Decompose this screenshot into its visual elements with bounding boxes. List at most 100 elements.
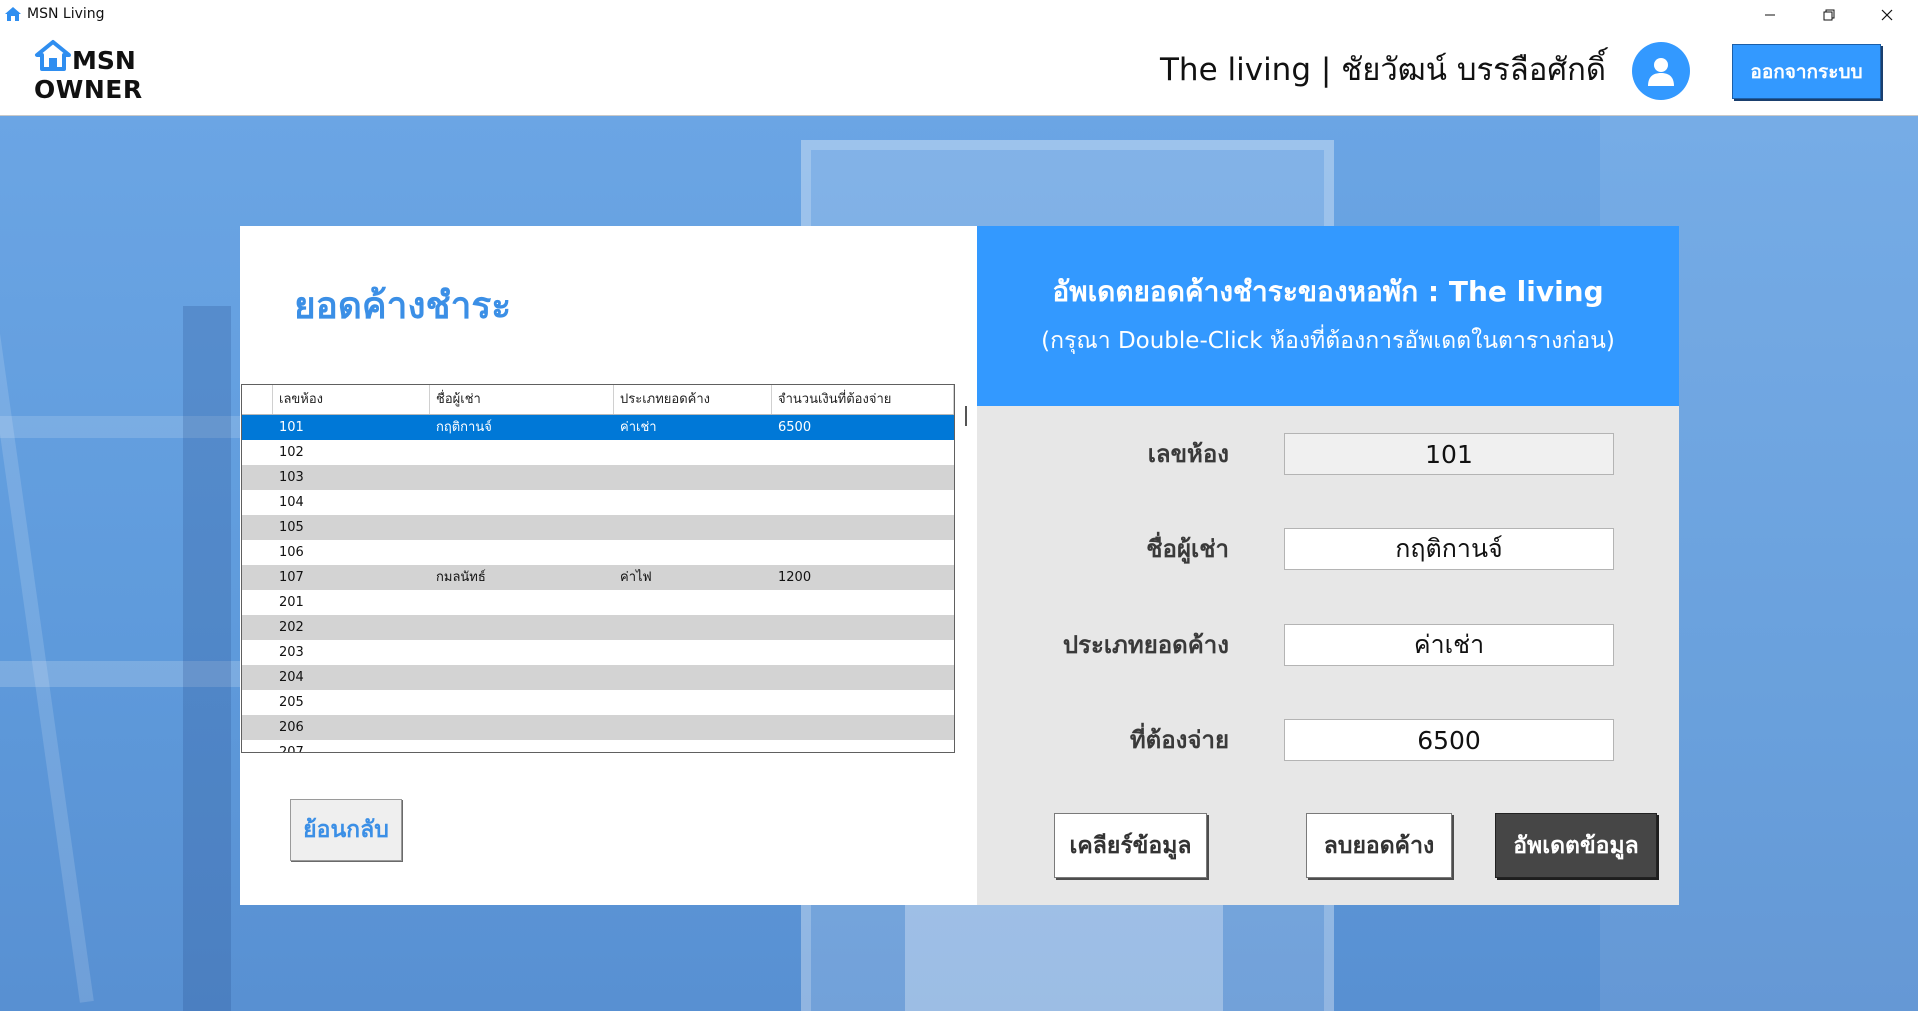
- window-titlebar[interactable]: MSN Living: [0, 0, 1918, 29]
- cell-type[interactable]: [614, 540, 772, 565]
- clear-button[interactable]: เคลียร์ข้อมูล: [1054, 813, 1207, 878]
- cell-room[interactable]: 205: [273, 690, 430, 715]
- room-number-field[interactable]: [1284, 433, 1614, 475]
- arrears-type-field[interactable]: [1284, 624, 1614, 666]
- row-header-cell[interactable]: [242, 490, 273, 515]
- cell-amount[interactable]: [772, 665, 954, 690]
- back-button[interactable]: ย้อนกลับ: [290, 799, 402, 861]
- table-row[interactable]: 203: [242, 640, 954, 665]
- cell-type[interactable]: [614, 640, 772, 665]
- cell-tenant[interactable]: [430, 590, 614, 615]
- table-row[interactable]: 205: [242, 690, 954, 715]
- cell-tenant[interactable]: [430, 540, 614, 565]
- delete-arrears-button[interactable]: ลบยอดค้าง: [1306, 813, 1452, 878]
- cell-type[interactable]: [614, 440, 772, 465]
- row-header-cell[interactable]: [242, 640, 273, 665]
- row-header-cell[interactable]: [242, 515, 273, 540]
- table-row[interactable]: 104: [242, 490, 954, 515]
- cell-type[interactable]: [614, 690, 772, 715]
- cell-room[interactable]: 103: [273, 465, 430, 490]
- cell-room[interactable]: 202: [273, 615, 430, 640]
- row-header-cell[interactable]: [242, 665, 273, 690]
- table-corner-cell[interactable]: [242, 385, 273, 414]
- tenant-name-field[interactable]: [1284, 528, 1614, 570]
- arrears-table[interactable]: เลขห้อง ชื่อผู้เช่า ประเภทยอดค้าง จำนวนเ…: [241, 384, 955, 753]
- cell-amount[interactable]: [772, 615, 954, 640]
- cell-tenant[interactable]: [430, 690, 614, 715]
- cell-room[interactable]: 204: [273, 665, 430, 690]
- amount-due-field[interactable]: [1284, 719, 1614, 761]
- cell-type[interactable]: [614, 615, 772, 640]
- cell-amount[interactable]: [772, 490, 954, 515]
- arrears-table-body[interactable]: 101 กฤติกานจ์ ค่าเช่า 6500 102 103 104 105 106 10…: [242, 415, 954, 752]
- cell-tenant[interactable]: [430, 715, 614, 740]
- cell-amount[interactable]: [772, 740, 954, 752]
- cell-amount[interactable]: [772, 640, 954, 665]
- column-header-tenant[interactable]: ชื่อผู้เช่า: [430, 385, 614, 414]
- cell-tenant[interactable]: [430, 465, 614, 490]
- cell-tenant[interactable]: [430, 665, 614, 690]
- cell-tenant[interactable]: [430, 615, 614, 640]
- cell-amount[interactable]: [772, 515, 954, 540]
- cell-amount[interactable]: [772, 540, 954, 565]
- table-row[interactable]: 106: [242, 540, 954, 565]
- cell-tenant[interactable]: [430, 490, 614, 515]
- cell-tenant[interactable]: [430, 640, 614, 665]
- cell-amount[interactable]: [772, 465, 954, 490]
- table-row[interactable]: 101 กฤติกานจ์ ค่าเช่า 6500: [242, 415, 954, 440]
- row-header-cell[interactable]: [242, 440, 273, 465]
- table-row[interactable]: 206: [242, 715, 954, 740]
- table-row[interactable]: 102: [242, 440, 954, 465]
- row-header-cell[interactable]: [242, 540, 273, 565]
- table-row[interactable]: 204: [242, 665, 954, 690]
- cell-room[interactable]: 207: [273, 740, 430, 752]
- table-row[interactable]: 202: [242, 615, 954, 640]
- restore-button[interactable]: [1806, 0, 1852, 29]
- logout-button[interactable]: ออกจากระบบ: [1732, 44, 1881, 99]
- cell-room[interactable]: 105: [273, 515, 430, 540]
- cell-type[interactable]: ค่าไฟ: [614, 565, 772, 590]
- cell-type[interactable]: [614, 515, 772, 540]
- cell-type[interactable]: [614, 715, 772, 740]
- row-header-cell[interactable]: [242, 465, 273, 490]
- column-header-room[interactable]: เลขห้อง: [273, 385, 430, 414]
- cell-type[interactable]: [614, 665, 772, 690]
- cell-tenant[interactable]: [430, 515, 614, 540]
- column-header-type[interactable]: ประเภทยอดค้าง: [614, 385, 772, 414]
- row-header-cell[interactable]: [242, 565, 273, 590]
- cell-tenant[interactable]: กฤติกานจ์: [430, 415, 614, 440]
- cell-amount[interactable]: [772, 715, 954, 740]
- cell-type[interactable]: [614, 590, 772, 615]
- cell-room[interactable]: 107: [273, 565, 430, 590]
- cell-type[interactable]: [614, 740, 772, 752]
- row-header-cell[interactable]: [242, 615, 273, 640]
- row-header-cell[interactable]: [242, 690, 273, 715]
- cell-amount[interactable]: [772, 440, 954, 465]
- cell-room[interactable]: 101: [273, 415, 430, 440]
- cell-type[interactable]: [614, 490, 772, 515]
- minimize-button[interactable]: [1747, 0, 1793, 29]
- table-row[interactable]: 201: [242, 590, 954, 615]
- row-header-cell[interactable]: [242, 590, 273, 615]
- cell-type[interactable]: ค่าเช่า: [614, 415, 772, 440]
- row-header-cell[interactable]: [242, 415, 273, 440]
- cell-tenant[interactable]: [430, 440, 614, 465]
- table-row[interactable]: 107 กมลนัทธ์ ค่าไฟ 1200: [242, 565, 954, 590]
- table-row[interactable]: 105: [242, 515, 954, 540]
- cell-amount[interactable]: 1200: [772, 565, 954, 590]
- table-row[interactable]: 207: [242, 740, 954, 752]
- column-header-amount[interactable]: จำนวนเงินที่ต้องจ่าย: [772, 385, 954, 414]
- cell-room[interactable]: 102: [273, 440, 430, 465]
- cell-room[interactable]: 104: [273, 490, 430, 515]
- cell-tenant[interactable]: กมลนัทธ์: [430, 565, 614, 590]
- cell-amount[interactable]: [772, 590, 954, 615]
- cell-room[interactable]: 201: [273, 590, 430, 615]
- cell-amount[interactable]: [772, 690, 954, 715]
- update-button[interactable]: อัพเดตข้อมูล: [1495, 813, 1657, 878]
- cell-room[interactable]: 203: [273, 640, 430, 665]
- cell-type[interactable]: [614, 465, 772, 490]
- cell-tenant[interactable]: [430, 740, 614, 752]
- avatar[interactable]: [1632, 42, 1690, 100]
- cell-room[interactable]: 106: [273, 540, 430, 565]
- row-header-cell[interactable]: [242, 740, 273, 752]
